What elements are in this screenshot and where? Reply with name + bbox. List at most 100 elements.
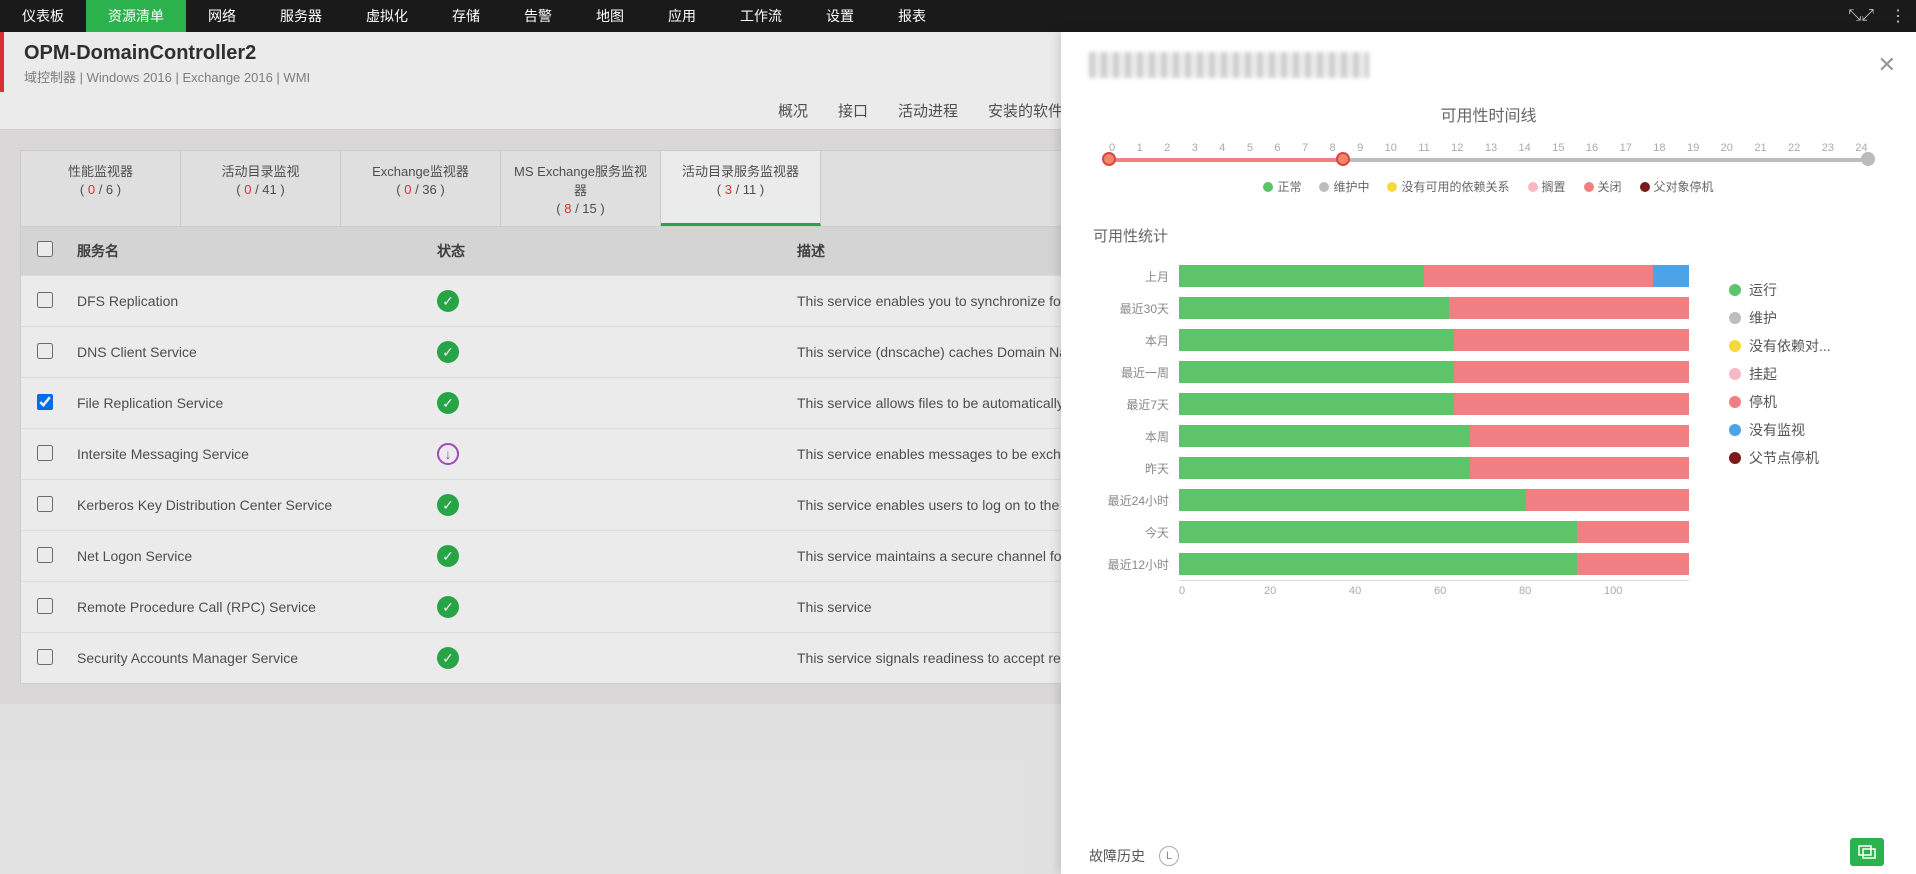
status-ok-icon: ✓ [437, 545, 459, 567]
status-ok-icon: ✓ [437, 392, 459, 414]
legend-item[interactable]: 没有监视 [1729, 420, 1831, 440]
bar-segment[interactable] [1179, 489, 1526, 511]
chart-category-label: 昨天 [1089, 460, 1179, 477]
subtab-2[interactable]: 活动进程 [898, 100, 958, 121]
chart-category-label: 最近24小时 [1089, 492, 1179, 509]
row-checkbox[interactable] [37, 445, 53, 461]
legend-item[interactable]: 搁置 [1528, 178, 1566, 195]
status-ok-icon: ✓ [437, 341, 459, 363]
bar-segment[interactable] [1653, 265, 1689, 287]
chart-bar-row: 本月 [1089, 324, 1689, 356]
row-checkbox[interactable] [37, 343, 53, 359]
status-ok-icon: ✓ [437, 494, 459, 516]
row-checkbox[interactable] [37, 496, 53, 512]
collapse-icon[interactable]: ⤡⤢ [1848, 7, 1874, 25]
legend-item[interactable]: 维护 [1729, 308, 1831, 328]
legend-item[interactable]: 停机 [1729, 392, 1831, 412]
chart-category-label: 今天 [1089, 524, 1179, 541]
bar-segment[interactable] [1454, 361, 1689, 383]
row-checkbox[interactable] [37, 292, 53, 308]
close-icon[interactable]: ✕ [1878, 52, 1896, 78]
timeline-handle-start[interactable] [1102, 152, 1116, 166]
timeline-bar[interactable] [1109, 158, 1868, 162]
availability-chart: 上月最近30天本月最近一周最近7天本周昨天最近24小时今天最近12小时 0204… [1089, 260, 1888, 597]
row-checkbox[interactable] [37, 394, 53, 410]
bar-segment[interactable] [1179, 361, 1454, 383]
nav-item-0[interactable]: 仪表板 [0, 0, 86, 32]
legend-item[interactable]: 正常 [1263, 178, 1301, 195]
subtab-0[interactable]: 概况 [778, 100, 808, 121]
monitor-tab-2[interactable]: Exchange监视器( 0 / 36 ) [341, 151, 501, 226]
legend-item[interactable]: 没有依赖对... [1729, 336, 1831, 356]
timeline-handle-end[interactable] [1861, 152, 1875, 166]
bar-segment[interactable] [1526, 489, 1689, 511]
export-icon[interactable] [1850, 838, 1884, 866]
bar-segment[interactable] [1449, 297, 1689, 319]
nav-item-11[interactable]: 报表 [876, 0, 948, 32]
nav-item-5[interactable]: 存储 [430, 0, 502, 32]
bar-segment[interactable] [1454, 393, 1689, 415]
availability-panel: ✕ 可用性时间线 0123456789101112131415161718192… [1061, 32, 1916, 874]
monitor-tab-4[interactable]: 活动目录服务监视器( 3 / 11 ) [661, 151, 821, 226]
bar-segment[interactable] [1179, 393, 1454, 415]
monitor-tab-1[interactable]: 活动目录监视( 0 / 41 ) [181, 151, 341, 226]
timeline-legend: 正常 维护中 没有可用的依赖关系 搁置 关闭 父对象停机 [1089, 178, 1888, 195]
nav-item-8[interactable]: 应用 [646, 0, 718, 32]
nav-item-6[interactable]: 告警 [502, 0, 574, 32]
bar-segment[interactable] [1179, 329, 1454, 351]
panel-footer: 故障历史 L [1089, 846, 1888, 866]
legend-item[interactable]: 父节点停机 [1729, 448, 1831, 468]
select-all-checkbox[interactable] [37, 241, 53, 257]
bar-segment[interactable] [1424, 265, 1654, 287]
service-name: DFS Replication [77, 293, 437, 309]
chart-bar-row: 昨天 [1089, 452, 1689, 484]
timeline: 0123456789101112131415161718192021222324 [1089, 142, 1888, 162]
subtab-1[interactable]: 接口 [838, 100, 868, 121]
col-header-status[interactable]: 状态 [437, 241, 797, 261]
chart-category-label: 上月 [1089, 268, 1179, 285]
nav-item-10[interactable]: 设置 [804, 0, 876, 32]
nav-item-2[interactable]: 网络 [186, 0, 258, 32]
chart-bar-row: 最近12小时 [1089, 548, 1689, 580]
bar-segment[interactable] [1179, 425, 1470, 447]
monitor-tab-0[interactable]: 性能监视器( 0 / 6 ) [21, 151, 181, 226]
outage-history-label[interactable]: 故障历史 [1089, 846, 1145, 866]
bar-segment[interactable] [1179, 297, 1449, 319]
monitor-tab-3[interactable]: MS Exchange服务监视器( 8 / 15 ) [501, 151, 661, 226]
nav-item-1[interactable]: 资源清单 [86, 0, 186, 32]
legend-item[interactable]: 关闭 [1584, 178, 1622, 195]
service-name: Remote Procedure Call (RPC) Service [77, 599, 437, 615]
legend-item[interactable]: 运行 [1729, 280, 1831, 300]
service-name: Net Logon Service [77, 548, 437, 564]
bar-segment[interactable] [1179, 521, 1577, 543]
bar-segment[interactable] [1179, 457, 1470, 479]
bar-segment[interactable] [1577, 521, 1689, 543]
legend-item[interactable]: 父对象停机 [1640, 178, 1714, 195]
col-header-name[interactable]: 服务名 [77, 241, 437, 261]
bar-segment[interactable] [1470, 425, 1689, 447]
bar-segment[interactable] [1179, 265, 1424, 287]
service-name: File Replication Service [77, 395, 437, 411]
nav-item-3[interactable]: 服务器 [258, 0, 344, 32]
nav-item-9[interactable]: 工作流 [718, 0, 804, 32]
status-ok-icon: ✓ [437, 596, 459, 618]
bar-segment[interactable] [1179, 553, 1577, 575]
chart-bar-row: 今天 [1089, 516, 1689, 548]
nav-item-4[interactable]: 虚拟化 [344, 0, 430, 32]
status-ok-icon: ✓ [437, 290, 459, 312]
bar-segment[interactable] [1454, 329, 1689, 351]
legend-item[interactable]: 没有可用的依赖关系 [1387, 178, 1509, 195]
more-icon[interactable]: ⋮ [1890, 6, 1906, 26]
timeline-title: 可用性时间线 [1089, 102, 1888, 126]
legend-item[interactable]: 挂起 [1729, 364, 1831, 384]
row-checkbox[interactable] [37, 598, 53, 614]
bar-segment[interactable] [1470, 457, 1689, 479]
legend-item[interactable]: 维护中 [1319, 178, 1369, 195]
bar-segment[interactable] [1577, 553, 1689, 575]
row-checkbox[interactable] [37, 547, 53, 563]
timeline-handle-current[interactable] [1336, 152, 1350, 166]
row-checkbox[interactable] [37, 649, 53, 665]
nav-item-7[interactable]: 地图 [574, 0, 646, 32]
subtab-3[interactable]: 安装的软件 [988, 100, 1063, 121]
stats-title: 可用性统计 [1093, 225, 1888, 246]
